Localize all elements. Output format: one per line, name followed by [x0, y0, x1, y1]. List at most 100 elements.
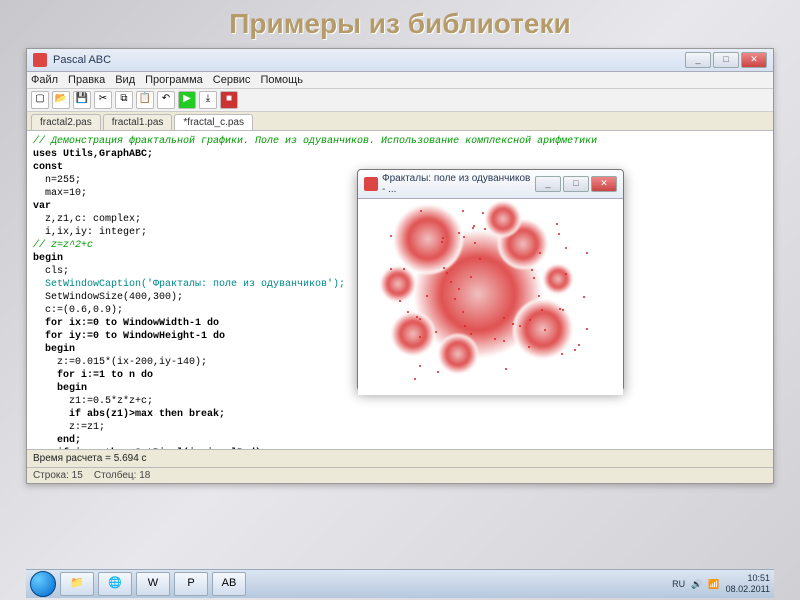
fractal-speck [462, 210, 464, 212]
close-button[interactable]: ✕ [741, 52, 767, 68]
code-line: z:=z1; [33, 421, 767, 434]
menu-help[interactable]: Помощь [260, 74, 303, 86]
app-icon [33, 53, 47, 67]
lang-indicator[interactable]: RU [672, 579, 685, 589]
fractal-close-button[interactable]: ✕ [591, 176, 617, 192]
fractal-speck [474, 242, 476, 244]
ide-window: Pascal ABC _ □ ✕ Файл Правка Вид Програм… [26, 48, 774, 484]
task-pascalabc[interactable]: AB [212, 572, 246, 596]
step-icon[interactable]: ⤓ [199, 91, 217, 109]
slide-title: Примеры из библиотеки [0, 0, 800, 48]
tab-fractal1[interactable]: fractal1.pas [103, 114, 173, 130]
code-line: uses Utils,GraphABC; [33, 148, 767, 161]
task-explorer[interactable]: 📁 [60, 572, 94, 596]
fractal-speck [484, 228, 486, 230]
fractal-output-window[interactable]: Фракталы: поле из одуванчиков - ... _ □ … [357, 169, 624, 391]
task-browser[interactable]: 🌐 [98, 572, 132, 596]
menu-bar: Файл Правка Вид Программа Сервис Помощь [27, 72, 773, 89]
fractal-speck [544, 329, 546, 331]
status-col-label: Столбец: [94, 470, 137, 481]
fractal-speck [561, 353, 563, 355]
fractal-speck [528, 346, 530, 348]
code-line: z1:=0.5*z*z+c; [33, 395, 767, 408]
output-panel: Время расчета = 5.694 с [27, 449, 773, 467]
code-line: if i>=n then SetPixel(ix,iy,clRed) [33, 447, 767, 449]
open-file-icon[interactable]: 📂 [52, 91, 70, 109]
toolbar: ▢ 📂 💾 ✂ ⧉ 📋 ↶ ▶ ⤓ ■ [27, 89, 773, 112]
tab-fractal2[interactable]: fractal2.pas [31, 114, 101, 130]
fractal-speck [472, 227, 474, 229]
tray-sound-icon[interactable]: 🔊 [691, 579, 702, 590]
fractal-speck [586, 328, 588, 330]
fractal-speck [565, 273, 567, 275]
fractal-speck [399, 300, 401, 302]
fractal-speck [446, 272, 448, 274]
fractal-speck [538, 295, 540, 297]
status-line-label: Строка: [33, 470, 69, 481]
fractal-speck [458, 232, 460, 234]
fractal-speck [558, 233, 560, 235]
fractal-speck [419, 365, 421, 367]
fractal-speck [503, 317, 505, 319]
fractal-speck [574, 349, 576, 351]
fractal-speck [541, 309, 543, 311]
menu-file[interactable]: Файл [31, 74, 58, 86]
fractal-window-buttons: _ □ ✕ [535, 176, 617, 192]
fractal-speck [470, 333, 472, 335]
fractal-app-icon [364, 177, 378, 191]
menu-service[interactable]: Сервис [213, 74, 251, 86]
status-col-value: 18 [139, 470, 150, 481]
paste-icon[interactable]: 📋 [136, 91, 154, 109]
fractal-speck [426, 295, 428, 297]
fractal-canvas [358, 199, 623, 395]
tab-fractal-c[interactable]: *fractal_c.pas [174, 114, 253, 130]
menu-view[interactable]: Вид [115, 74, 135, 86]
save-icon[interactable]: 💾 [73, 91, 91, 109]
task-powerpoint[interactable]: P [174, 572, 208, 596]
clock-date: 08.02.2011 [726, 584, 770, 595]
fractal-blob [393, 204, 463, 274]
menu-edit[interactable]: Правка [68, 74, 105, 86]
menu-program[interactable]: Программа [145, 74, 203, 86]
fractal-speck [464, 325, 466, 327]
fractal-minimize-button[interactable]: _ [535, 176, 561, 192]
fractal-speck [473, 225, 475, 227]
fractal-speck [533, 277, 535, 279]
fractal-speck [441, 241, 443, 243]
window-buttons: _ □ ✕ [685, 52, 767, 68]
stop-icon[interactable]: ■ [220, 91, 238, 109]
fractal-speck [479, 258, 481, 260]
code-line: if abs(z1)>max then break; [33, 408, 767, 421]
fractal-speck [435, 331, 437, 333]
fractal-blob [391, 312, 435, 356]
run-icon[interactable]: ▶ [178, 91, 196, 109]
tray-clock[interactable]: 10:51 08.02.2011 [726, 573, 770, 595]
clock-time: 10:51 [726, 573, 770, 584]
fractal-title: Фракталы: поле из одуванчиков - ... [382, 173, 531, 195]
fractal-blob [485, 201, 521, 237]
cut-icon[interactable]: ✂ [94, 91, 112, 109]
fractal-speck [505, 368, 507, 370]
fractal-speck [390, 268, 392, 270]
start-button[interactable] [30, 571, 56, 597]
code-line: end; [33, 434, 767, 447]
fractal-speck [586, 252, 588, 254]
status-bar: Строка: 15 Столбец: 18 [27, 467, 773, 483]
fractal-speck [454, 298, 456, 300]
fractal-speck [414, 378, 416, 380]
minimize-button[interactable]: _ [685, 52, 711, 68]
undo-icon[interactable]: ↶ [157, 91, 175, 109]
new-file-icon[interactable]: ▢ [31, 91, 49, 109]
task-word[interactable]: W [136, 572, 170, 596]
fractal-speck [503, 340, 505, 342]
fractal-speck [407, 311, 409, 313]
system-tray: RU 🔊 📶 10:51 08.02.2011 [672, 573, 770, 595]
fractal-maximize-button[interactable]: □ [563, 176, 589, 192]
maximize-button[interactable]: □ [713, 52, 739, 68]
editor-tabs: fractal2.pas fractal1.pas *fractal_c.pas [27, 112, 773, 131]
fractal-speck [437, 371, 439, 373]
status-line-value: 15 [72, 470, 83, 481]
fractal-blob [543, 264, 573, 294]
tray-network-icon[interactable]: 📶 [708, 579, 719, 590]
copy-icon[interactable]: ⧉ [115, 91, 133, 109]
